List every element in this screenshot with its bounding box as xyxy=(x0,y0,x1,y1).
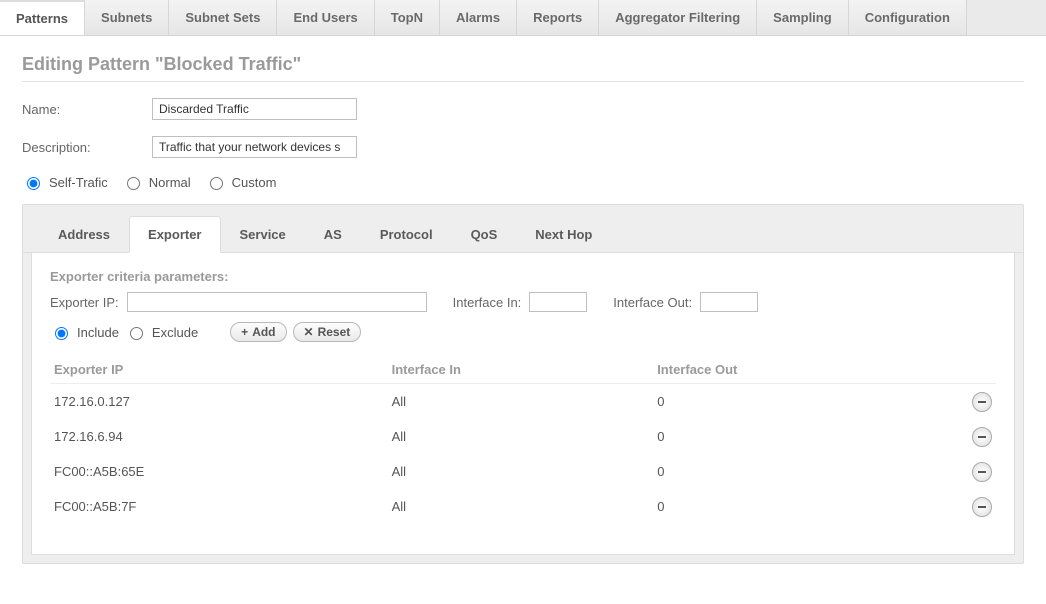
radio-normal-label: Normal xyxy=(149,175,191,190)
top-nav: Patterns Subnets Subnet Sets End Users T… xyxy=(0,0,1046,36)
tab-subnet-sets[interactable]: Subnet Sets xyxy=(169,0,277,35)
col-exporter-ip: Exporter IP xyxy=(50,356,388,384)
tab-subnets[interactable]: Subnets xyxy=(85,0,169,35)
radio-include[interactable] xyxy=(55,327,68,340)
plus-icon: + xyxy=(241,325,248,339)
reset-button[interactable]: ✕ Reset xyxy=(293,322,362,342)
exporter-table: Exporter IP Interface In Interface Out 1… xyxy=(50,356,996,524)
exporter-panel: Exporter criteria parameters: Exporter I… xyxy=(31,253,1015,555)
page-title: Editing Pattern "Blocked Traffic" xyxy=(22,54,1024,82)
name-input[interactable] xyxy=(152,98,357,120)
cell-interface-in: All xyxy=(388,489,654,524)
subtab-exporter[interactable]: Exporter xyxy=(129,216,220,253)
subtab-address[interactable]: Address xyxy=(39,216,129,253)
tab-topn[interactable]: TopN xyxy=(375,0,440,35)
radio-custom[interactable] xyxy=(210,177,223,190)
subtab-as[interactable]: AS xyxy=(305,216,361,253)
delete-row-button[interactable] xyxy=(972,497,992,517)
include-exclude-row: Include Exclude + Add ✕ Reset xyxy=(50,322,996,342)
minus-icon xyxy=(978,436,986,438)
add-button-label: Add xyxy=(252,325,275,339)
radio-self-traffic[interactable] xyxy=(27,177,40,190)
cell-interface-in: All xyxy=(388,419,654,454)
exporter-section-title: Exporter criteria parameters: xyxy=(50,269,996,284)
radio-exclude-label: Exclude xyxy=(152,325,198,340)
form-row-description: Description: xyxy=(22,136,1024,158)
col-actions xyxy=(956,356,996,384)
minus-icon xyxy=(978,506,986,508)
traffic-type-radio-group: Self-Trafic Normal Custom xyxy=(22,174,1024,190)
radio-normal[interactable] xyxy=(127,177,140,190)
cell-exporter-ip: FC00::A5B:65E xyxy=(50,454,388,489)
cell-interface-in: All xyxy=(388,384,654,420)
radio-self-traffic-label: Self-Trafic xyxy=(49,175,108,190)
exporter-ip-input[interactable] xyxy=(127,292,427,312)
cell-interface-out: 0 xyxy=(653,454,956,489)
form-row-name: Name: xyxy=(22,98,1024,120)
tab-aggregator-filtering[interactable]: Aggregator Filtering xyxy=(599,0,757,35)
table-row: 172.16.0.127All0 xyxy=(50,384,996,420)
col-interface-out: Interface Out xyxy=(653,356,956,384)
add-button[interactable]: + Add xyxy=(230,322,286,342)
tab-configuration[interactable]: Configuration xyxy=(849,0,967,35)
criteria-tabs: Address Exporter Service AS Protocol QoS… xyxy=(23,205,1023,253)
description-label: Description: xyxy=(22,140,152,155)
cell-interface-out: 0 xyxy=(653,384,956,420)
tab-alarms[interactable]: Alarms xyxy=(440,0,517,35)
cell-interface-out: 0 xyxy=(653,419,956,454)
delete-row-button[interactable] xyxy=(972,462,992,482)
cell-exporter-ip: 172.16.6.94 xyxy=(50,419,388,454)
table-row: 172.16.6.94All0 xyxy=(50,419,996,454)
radio-custom-label: Custom xyxy=(232,175,277,190)
cell-interface-out: 0 xyxy=(653,489,956,524)
interface-in-label: Interface In: xyxy=(453,295,522,310)
subtab-service[interactable]: Service xyxy=(221,216,305,253)
exporter-ip-label: Exporter IP: xyxy=(50,295,119,310)
col-interface-in: Interface In xyxy=(388,356,654,384)
subtab-next-hop[interactable]: Next Hop xyxy=(516,216,611,253)
interface-in-input[interactable] xyxy=(529,292,587,312)
cell-exporter-ip: FC00::A5B:7F xyxy=(50,489,388,524)
criteria-panel: Address Exporter Service AS Protocol QoS… xyxy=(22,204,1024,564)
subtab-qos[interactable]: QoS xyxy=(452,216,517,253)
name-label: Name: xyxy=(22,102,152,117)
interface-out-label: Interface Out: xyxy=(613,295,692,310)
delete-row-button[interactable] xyxy=(972,392,992,412)
page-body: Editing Pattern "Blocked Traffic" Name: … xyxy=(0,36,1046,604)
tab-end-users[interactable]: End Users xyxy=(277,0,374,35)
table-row: FC00::A5B:65EAll0 xyxy=(50,454,996,489)
x-icon: ✕ xyxy=(304,325,314,339)
description-input[interactable] xyxy=(152,136,357,158)
cell-exporter-ip: 172.16.0.127 xyxy=(50,384,388,420)
reset-button-label: Reset xyxy=(318,325,351,339)
cell-interface-in: All xyxy=(388,454,654,489)
minus-icon xyxy=(978,471,986,473)
criteria-inputs: Exporter IP: Interface In: Interface Out… xyxy=(50,292,996,312)
minus-icon xyxy=(978,401,986,403)
subtab-protocol[interactable]: Protocol xyxy=(361,216,452,253)
radio-exclude[interactable] xyxy=(130,327,143,340)
tab-patterns[interactable]: Patterns xyxy=(0,0,85,35)
tab-sampling[interactable]: Sampling xyxy=(757,0,849,35)
table-row: FC00::A5B:7FAll0 xyxy=(50,489,996,524)
interface-out-input[interactable] xyxy=(700,292,758,312)
radio-include-label: Include xyxy=(77,325,119,340)
delete-row-button[interactable] xyxy=(972,427,992,447)
tab-reports[interactable]: Reports xyxy=(517,0,599,35)
